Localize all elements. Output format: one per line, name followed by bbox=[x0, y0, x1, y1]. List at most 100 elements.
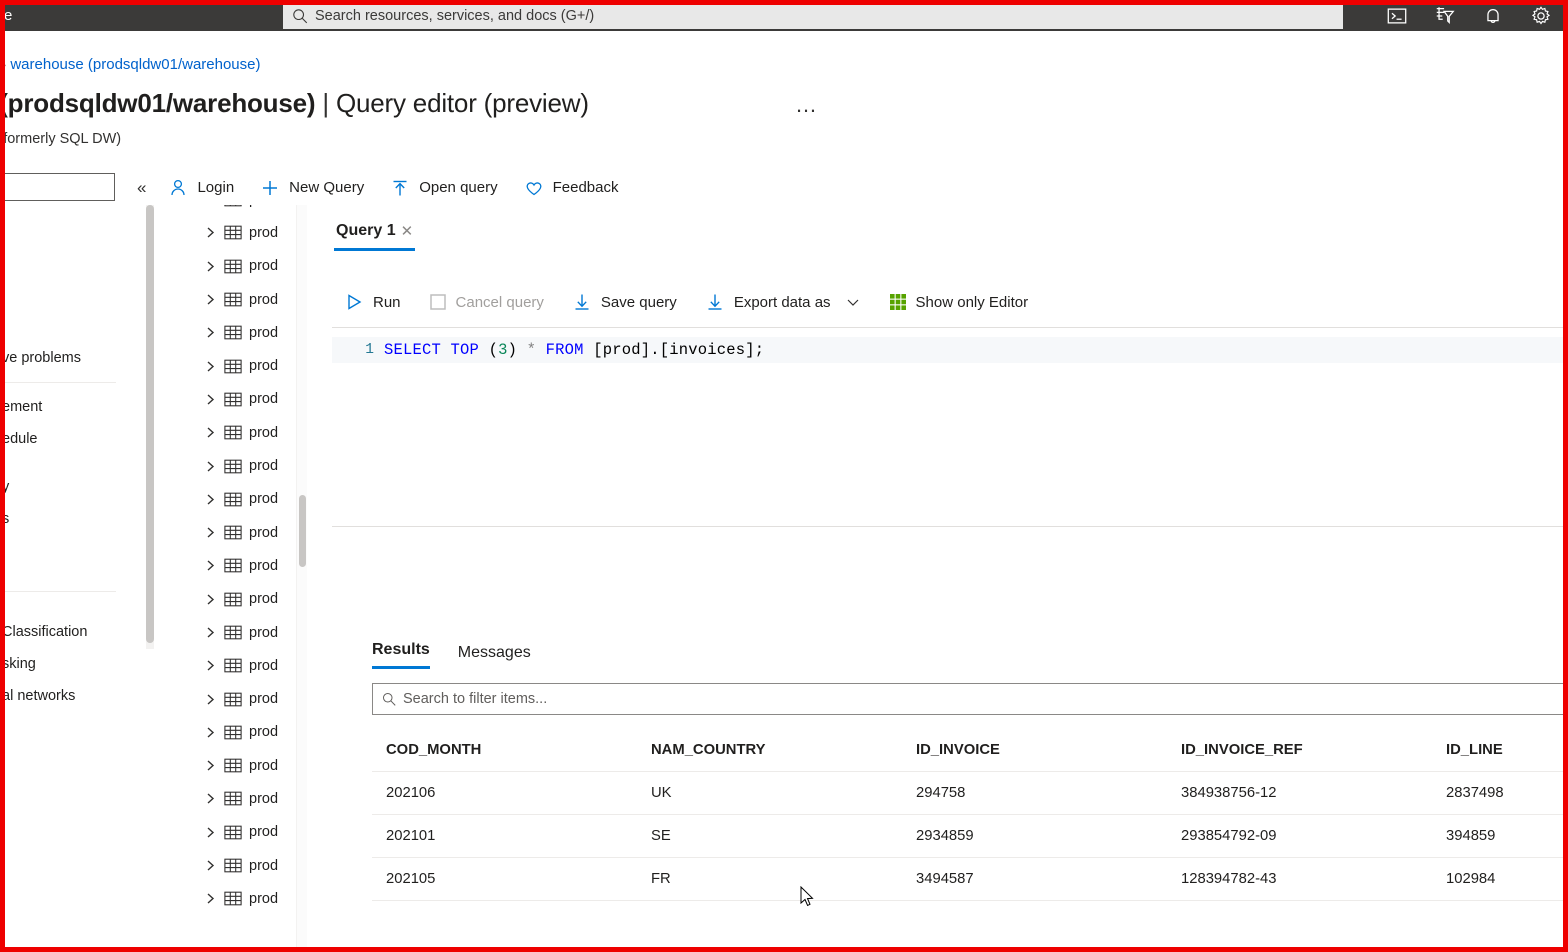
column-header-nam-country[interactable]: NAM_COUNTRY bbox=[637, 742, 902, 758]
sidebar-item-maintenance-schedule[interactable]: edule bbox=[0, 423, 118, 455]
chevron-right-icon[interactable] bbox=[204, 360, 217, 373]
tree-item-table[interactable]: prod bbox=[158, 205, 298, 216]
chevron-right-icon[interactable] bbox=[204, 892, 217, 905]
tree-item-table[interactable]: prod bbox=[158, 816, 298, 849]
login-button[interactable]: Login bbox=[155, 171, 247, 204]
chevron-right-icon[interactable] bbox=[204, 260, 217, 273]
notifications-bell-icon[interactable] bbox=[1482, 5, 1504, 27]
chevron-right-icon[interactable] bbox=[204, 326, 217, 339]
tree-item-label: prod bbox=[249, 424, 279, 441]
tree-item-table[interactable]: prod bbox=[158, 516, 298, 549]
cell-cod-month: 202105 bbox=[386, 871, 436, 887]
sql-code-editor[interactable]: 1 SELECT TOP (3) * FROM [prod].[invoices… bbox=[332, 327, 1568, 527]
open-query-button[interactable]: Open query bbox=[377, 171, 510, 204]
cloud-shell-icon[interactable] bbox=[1386, 5, 1408, 27]
tab-query-1[interactable]: Query 1 ✕ bbox=[334, 218, 416, 251]
chevron-right-icon[interactable] bbox=[204, 226, 217, 239]
object-explorer-scrollbar-thumb[interactable] bbox=[299, 495, 306, 567]
feedback-button[interactable]: Feedback bbox=[511, 171, 632, 204]
tree-item-table[interactable]: prod bbox=[158, 250, 298, 283]
chevron-right-icon[interactable] bbox=[204, 460, 217, 473]
sidebar-item-virtual-networks[interactable]: al networks bbox=[0, 680, 118, 712]
chevron-right-icon[interactable] bbox=[204, 693, 217, 706]
table-row[interactable]: 202101 SE 2934859 293854792-09 394859 bbox=[372, 815, 1568, 858]
tree-item-table[interactable]: prod bbox=[158, 682, 298, 715]
chevron-right-icon[interactable] bbox=[204, 792, 217, 805]
table-icon bbox=[224, 525, 242, 540]
chevron-right-icon[interactable] bbox=[204, 426, 217, 439]
cell-id-invoice: 2934859 bbox=[916, 828, 974, 844]
tree-item-table[interactable]: prod bbox=[158, 649, 298, 682]
chevron-right-icon[interactable] bbox=[204, 293, 217, 306]
tree-item-table[interactable]: prod bbox=[158, 483, 298, 516]
chevron-right-icon[interactable] bbox=[204, 393, 217, 406]
show-only-editor-button[interactable]: Show only Editor bbox=[875, 285, 1043, 319]
column-header-id-invoice-ref[interactable]: ID_INVOICE_REF bbox=[1167, 742, 1432, 758]
sidebar-item-restore-points[interactable]: s bbox=[0, 503, 118, 535]
sql-token-paren-close: ) bbox=[507, 341, 518, 359]
chevron-down-icon[interactable] bbox=[845, 294, 861, 310]
global-search-input[interactable]: Search resources, services, and docs (G+… bbox=[283, 2, 1343, 29]
sidebar-item-dynamic-data-masking[interactable]: sking bbox=[0, 648, 118, 680]
heart-icon bbox=[526, 181, 542, 195]
new-query-button[interactable]: New Query bbox=[247, 171, 377, 204]
sidebar-item-geo-backup-policy[interactable]: y bbox=[0, 471, 118, 503]
chevron-right-icon[interactable] bbox=[204, 593, 217, 606]
chevron-right-icon[interactable] bbox=[204, 626, 217, 639]
tree-item-table[interactable]: prod bbox=[158, 416, 298, 449]
tree-item-table[interactable]: prod bbox=[158, 849, 298, 882]
object-explorer-tree[interactable]: prod prod prod prod prod prod prod prod prod prod… bbox=[158, 205, 298, 952]
sql-editor-line-1[interactable]: 1 SELECT TOP (3) * FROM [prod].[invoices… bbox=[332, 337, 1568, 363]
tree-item-inner: prod bbox=[158, 558, 278, 574]
tree-item-table[interactable]: prod bbox=[158, 782, 298, 815]
breadcrumb-link-warehouse[interactable]: warehouse (prodsqldw01/warehouse) bbox=[10, 56, 260, 73]
tree-item-table[interactable]: prod bbox=[158, 549, 298, 582]
tree-item-table[interactable]: prod bbox=[158, 216, 298, 249]
chevron-right-icon[interactable] bbox=[204, 559, 217, 572]
column-header-id-line[interactable]: ID_LINE bbox=[1432, 742, 1568, 758]
table-row[interactable]: 202105 FR 3494587 128394782-43 102984 bbox=[372, 858, 1568, 901]
column-header-id-invoice[interactable]: ID_INVOICE bbox=[902, 742, 1167, 758]
directories-subscriptions-icon[interactable] bbox=[1434, 5, 1456, 27]
tree-item-table[interactable]: prod bbox=[158, 749, 298, 782]
collapse-nav-button[interactable]: « bbox=[128, 171, 155, 204]
run-button[interactable]: Run bbox=[340, 285, 415, 319]
chevron-right-icon[interactable] bbox=[204, 826, 217, 839]
results-filter-input[interactable]: Search to filter items... bbox=[372, 683, 1568, 715]
tree-item-table[interactable]: prod bbox=[158, 316, 298, 349]
save-query-button[interactable]: Save query bbox=[558, 285, 691, 319]
tree-item-table[interactable]: prod bbox=[158, 583, 298, 616]
nav-search-input[interactable] bbox=[0, 173, 115, 201]
sidebar-item-workload-management[interactable]: ement bbox=[0, 391, 118, 423]
tree-item-table[interactable]: prod bbox=[158, 383, 298, 416]
chevron-right-icon[interactable] bbox=[204, 859, 217, 872]
tree-item-table[interactable]: prod bbox=[158, 616, 298, 649]
tab-messages[interactable]: Messages bbox=[458, 644, 531, 669]
chevron-right-icon[interactable] bbox=[204, 205, 217, 206]
tab-results[interactable]: Results bbox=[372, 641, 430, 669]
chevron-right-icon[interactable] bbox=[204, 659, 217, 672]
table-row[interactable]: 202106 UK 294758 384938756-12 2837498 bbox=[372, 772, 1568, 815]
sql-token-star: * bbox=[526, 341, 537, 359]
chevron-right-icon[interactable] bbox=[204, 759, 217, 772]
export-data-button[interactable]: Export data as bbox=[691, 285, 875, 319]
settings-gear-icon[interactable] bbox=[1530, 5, 1552, 27]
tree-item-table[interactable]: prod bbox=[158, 716, 298, 749]
chevron-right-icon[interactable] bbox=[204, 493, 217, 506]
chevron-right-icon[interactable] bbox=[204, 726, 217, 739]
tree-item-table[interactable]: prod bbox=[158, 449, 298, 482]
sidebar-item-diagnose[interactable]: ve problems bbox=[0, 342, 118, 374]
left-nav-scrollbar[interactable] bbox=[146, 205, 154, 649]
object-explorer-scrollbar[interactable] bbox=[296, 205, 307, 952]
tree-item-table[interactable]: prod bbox=[158, 349, 298, 382]
column-header-cod-month[interactable]: COD_MONTH bbox=[372, 742, 637, 758]
more-options-button[interactable]: … bbox=[795, 94, 818, 116]
close-icon[interactable]: ✕ bbox=[401, 224, 414, 239]
chevron-right-icon[interactable] bbox=[204, 526, 217, 539]
new-query-label: New Query bbox=[289, 179, 365, 196]
tree-item-table[interactable]: prod bbox=[158, 283, 298, 316]
left-nav-scrollbar-thumb[interactable] bbox=[146, 205, 154, 643]
tree-item-table[interactable]: prod bbox=[158, 882, 298, 915]
sidebar-item-data-discovery-classification[interactable]: Classification bbox=[0, 616, 118, 648]
